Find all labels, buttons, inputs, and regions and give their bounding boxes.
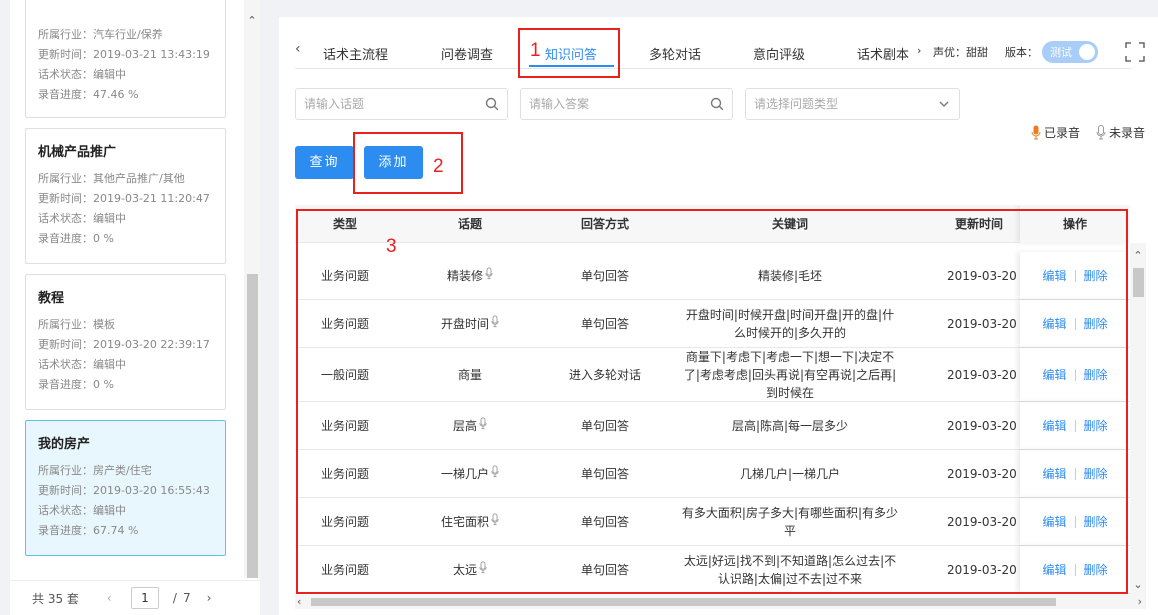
next-page-icon[interactable]: › xyxy=(207,591,212,605)
pager-total-pages: 7 xyxy=(182,591,191,605)
scroll-right-arrow-icon[interactable]: › xyxy=(1138,595,1142,609)
tab-scroll-left-icon[interactable]: ‹ xyxy=(295,41,301,57)
table-hscroll-thumb[interactable] xyxy=(311,598,1056,606)
pager-slash: / xyxy=(172,591,177,605)
topic-search-field xyxy=(295,88,508,120)
sidebar-scroll-thumb[interactable] xyxy=(247,274,258,578)
card-progress: 录音进度：0 % xyxy=(38,232,114,245)
project-card-my-property[interactable]: 我的房产 所属行业：房产类/住宅 更新时间：2019-03-20 16:55:4… xyxy=(25,420,226,556)
legend-unrecorded-label: 未录音 xyxy=(1109,126,1146,140)
tab-bar: ‹ 话术主流程 问卷调查 知识问答 多轮对话 意向评级 话术剧本 › 声优：甜甜… xyxy=(279,17,1158,71)
card-updated: 更新时间：2019-03-21 13:43:19 xyxy=(38,48,210,61)
tab-divider xyxy=(295,68,1131,69)
legend-recorded-label: 已录音 xyxy=(1044,126,1081,140)
card-updated: 更新时间：2019-03-21 11:20:47 xyxy=(38,192,210,205)
tab-main-flow[interactable]: 话术主流程 xyxy=(323,44,388,63)
card-status: 话术状态：编辑中 xyxy=(38,212,126,225)
version-toggle[interactable]: 测试 xyxy=(1042,41,1098,63)
toggle-knob xyxy=(1079,44,1095,60)
answer-search-field xyxy=(520,88,733,120)
project-card-tutorial[interactable]: 教程 所属行业：模板 更新时间：2019-03-20 22:39:17 话术状态… xyxy=(25,274,226,410)
card-industry: 所属行业：汽车行业/保养 xyxy=(38,28,163,41)
project-sidebar: 所属行业：汽车行业/保养 更新时间：2019-03-21 13:43:19 话术… xyxy=(10,0,260,615)
card-industry: 所属行业：其他产品推广/其他 xyxy=(38,172,185,185)
sidebar-scrollbar[interactable]: ⌃ xyxy=(244,0,260,578)
legend-unrecorded: 未录音 xyxy=(1096,124,1145,141)
project-card-machinery[interactable]: 机械产品推广 所属行业：其他产品推广/其他 更新时间：2019-03-21 11… xyxy=(25,128,226,264)
annotation-number-1: 1 xyxy=(530,40,541,61)
tab-script[interactable]: 话术剧本 xyxy=(857,44,909,63)
query-button[interactable]: 查询 xyxy=(295,146,354,179)
chevron-down-icon xyxy=(939,101,949,107)
card-status: 话术状态：编辑中 xyxy=(38,358,126,371)
tab-intent-rating[interactable]: 意向评级 xyxy=(753,44,805,63)
table-horizontal-scrollbar[interactable]: ‹ › xyxy=(295,595,1146,609)
annotation-number-3: 3 xyxy=(386,236,397,257)
sidebar-pager: 共 35 套 ‹ 1 / 7 › xyxy=(10,580,260,615)
card-industry: 所属行业：房产类/住宅 xyxy=(38,464,152,477)
annotation-box-table xyxy=(296,209,1128,594)
pager-total: 共 35 套 xyxy=(32,591,79,606)
card-title: 机械产品推广 xyxy=(38,145,117,160)
scroll-left-arrow-icon[interactable]: ‹ xyxy=(297,595,301,609)
card-updated: 更新时间：2019-03-20 16:55:43 xyxy=(38,484,210,497)
search-icon[interactable] xyxy=(485,97,499,111)
mic-unrecorded-icon xyxy=(1096,125,1106,140)
version-label: 版本： xyxy=(1005,46,1038,59)
card-progress: 录音进度：67.74 % xyxy=(38,524,139,537)
card-progress: 录音进度：0 % xyxy=(38,378,114,391)
version-toggle-text: 测试 xyxy=(1050,46,1072,59)
card-status: 话术状态：编辑中 xyxy=(38,504,126,517)
card-title: 教程 xyxy=(38,291,65,306)
card-status: 话术状态：编辑中 xyxy=(38,68,126,81)
fullscreen-icon[interactable] xyxy=(1125,42,1145,62)
scroll-up-arrow-icon[interactable]: ⌃ xyxy=(244,14,260,28)
tab-survey[interactable]: 问卷调查 xyxy=(441,44,493,63)
table-scroll-thumb[interactable] xyxy=(1133,268,1144,297)
search-icon[interactable] xyxy=(710,97,724,111)
scroll-down-arrow-icon[interactable]: ⌄ xyxy=(1130,578,1146,591)
voice-actor-label: 声优：甜甜 xyxy=(933,46,988,59)
answer-search-input[interactable] xyxy=(521,89,732,119)
legend-recorded: 已录音 xyxy=(1031,124,1080,141)
annotation-number-2: 2 xyxy=(433,156,444,177)
scroll-up-arrow-icon[interactable]: ⌃ xyxy=(1130,249,1146,262)
tab-multi-round[interactable]: 多轮对话 xyxy=(649,44,701,63)
annotation-box-add xyxy=(353,132,463,194)
question-type-input[interactable] xyxy=(746,89,959,119)
page-number-input[interactable]: 1 xyxy=(130,587,159,609)
card-updated: 更新时间：2019-03-20 22:39:17 xyxy=(38,338,210,351)
card-title: 我的房产 xyxy=(38,437,91,452)
card-industry: 所属行业：模板 xyxy=(38,318,115,331)
topic-search-input[interactable] xyxy=(296,89,507,119)
mic-recorded-icon xyxy=(1031,125,1041,140)
project-list: 所属行业：汽车行业/保养 更新时间：2019-03-21 13:43:19 话术… xyxy=(10,0,244,578)
tab-scroll-right-icon[interactable]: › xyxy=(917,44,921,57)
project-card-car[interactable]: 所属行业：汽车行业/保养 更新时间：2019-03-21 13:43:19 话术… xyxy=(25,0,226,118)
prev-page-icon[interactable]: ‹ xyxy=(107,591,121,605)
table-vertical-scrollbar[interactable]: ⌃ ⌄ xyxy=(1130,243,1146,595)
question-type-select[interactable] xyxy=(745,88,960,120)
card-progress: 录音进度：47.46 % xyxy=(38,88,139,101)
